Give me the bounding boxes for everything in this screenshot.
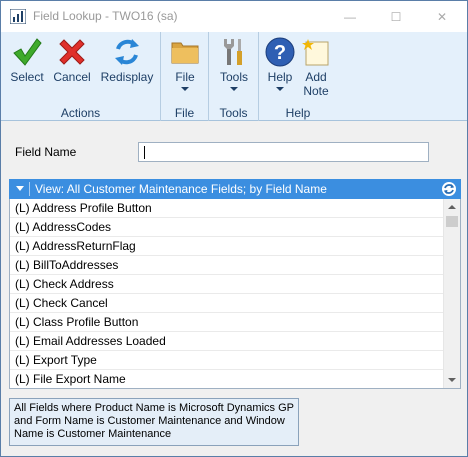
help-menu-label: Help — [267, 70, 293, 84]
ribbon-group-help: ? Help Add Note Help — [259, 32, 337, 121]
close-button[interactable]: ✕ — [419, 1, 465, 32]
help-dropdown-arrow-icon — [276, 87, 284, 91]
list-item[interactable]: (L) Address Profile Button — [10, 199, 443, 218]
list-item[interactable]: (L) Check Cancel — [10, 294, 443, 313]
add-note-label-line1: Add — [305, 70, 327, 84]
ribbon-group-actions: Select Cancel Redisplay Actions — [1, 32, 161, 121]
view-header[interactable]: View: All Customer Maintenance Fields; b… — [9, 179, 461, 199]
ribbon: Select Cancel Redisplay Actions File Fil… — [1, 32, 467, 121]
file-menu-label: File — [175, 70, 195, 84]
list-item[interactable]: (L) AddressReturnFlag — [10, 237, 443, 256]
refresh-arrows-icon — [115, 39, 139, 65]
window-title: Field Lookup - TWO16 (sa) — [33, 9, 178, 23]
minimize-button[interactable]: — — [327, 1, 373, 32]
add-note-button[interactable]: Add Note — [299, 36, 333, 98]
group-label-help: Help — [285, 106, 311, 120]
app-chart-icon — [10, 9, 26, 24]
maximize-button[interactable]: ☐ — [373, 1, 419, 32]
file-dropdown-arrow-icon — [181, 87, 189, 91]
green-checkmark-icon — [13, 38, 42, 66]
scroll-up-arrow-icon — [448, 205, 456, 209]
list-scrollbar[interactable] — [443, 199, 460, 388]
add-note-icon — [302, 39, 329, 66]
title-bar: Field Lookup - TWO16 (sa) — ☐ ✕ — [1, 1, 467, 32]
svg-text:?: ? — [274, 42, 286, 64]
tools-menu-button[interactable]: Tools — [215, 36, 253, 91]
group-label-actions: Actions — [60, 106, 101, 120]
list-item[interactable]: (L) BillToAddresses — [10, 256, 443, 275]
list-item[interactable]: (L) Class Profile Button — [10, 313, 443, 332]
tools-dropdown-arrow-icon — [230, 87, 238, 91]
help-menu-button[interactable]: ? Help — [263, 36, 297, 91]
redisplay-button[interactable]: Redisplay — [97, 36, 157, 84]
cancel-button-label: Cancel — [53, 70, 91, 84]
view-label: View: All Customer Maintenance Fields; b… — [35, 182, 327, 196]
file-menu-button[interactable]: File — [167, 36, 203, 91]
group-label-file: File — [174, 106, 195, 120]
scroll-thumb[interactable] — [446, 216, 458, 227]
list-item[interactable]: (L) Email Addresses Loaded — [10, 332, 443, 351]
ribbon-group-file: File File — [161, 32, 209, 121]
field-name-input[interactable] — [138, 142, 429, 162]
list-item[interactable]: (L) Export Type — [10, 351, 443, 370]
cancel-button[interactable]: Cancel — [51, 36, 93, 84]
scroll-down-arrow-icon — [448, 378, 456, 382]
tools-icon — [224, 39, 242, 65]
scroll-down-button[interactable] — [444, 372, 460, 388]
list-item[interactable]: (L) File Export Name — [10, 370, 443, 388]
red-x-icon — [59, 39, 85, 65]
list-item[interactable]: (L) Check Address — [10, 275, 443, 294]
add-note-label-line2: Note — [303, 84, 329, 98]
field-lookup-window: Field Lookup - TWO16 (sa) — ☐ ✕ Select C… — [0, 0, 468, 457]
text-cursor — [144, 146, 145, 159]
field-name-label: Field Name — [15, 145, 77, 159]
view-separator — [29, 182, 30, 196]
select-button[interactable]: Select — [7, 36, 47, 84]
field-list: (L) Address Profile Button (L) AddressCo… — [9, 199, 461, 389]
redisplay-button-label: Redisplay — [100, 70, 154, 84]
ribbon-group-tools: Tools Tools — [209, 32, 259, 121]
group-label-tools: Tools — [219, 106, 248, 120]
view-dropdown-chevron-icon[interactable] — [16, 186, 24, 191]
list-item[interactable]: (L) AddressCodes — [10, 218, 443, 237]
tools-menu-label: Tools — [219, 70, 248, 84]
view-description: All Fields where Product Name is Microso… — [9, 398, 299, 446]
select-button-label: Select — [10, 70, 44, 84]
help-question-icon: ? — [265, 37, 295, 67]
scroll-up-button[interactable] — [444, 199, 460, 215]
folder-icon — [171, 42, 199, 64]
view-refresh-icon[interactable] — [441, 181, 457, 197]
